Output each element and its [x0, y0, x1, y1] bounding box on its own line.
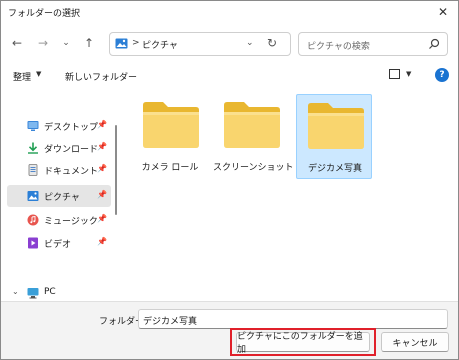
folder-icon: [143, 102, 199, 148]
pin-icon: 📌: [97, 142, 107, 151]
pin-icon: 📌: [97, 164, 107, 173]
window-title: フォルダーの選択: [8, 9, 81, 19]
arrow-right-icon: →: [37, 36, 49, 50]
chevron-down-icon: ⌄: [62, 38, 70, 48]
search-input[interactable]: ピクチャの検索: [298, 32, 448, 56]
address-history-chevron-icon[interactable]: ⌄: [246, 38, 254, 48]
pin-icon: 📌: [97, 214, 107, 223]
sidebar-item-music[interactable]: ミュージック 📌: [7, 209, 111, 231]
sidebar-item-documents[interactable]: ドキュメント 📌: [7, 159, 111, 181]
pin-icon: 📌: [97, 190, 107, 199]
download-icon: [28, 142, 38, 154]
sidebar-item-label: ミュージック: [44, 217, 98, 227]
folder-picker-dialog: フォルダーの選択 ✕ ← → ⌄ ↑ > ピクチャ ⌄ ↻ ピクチャの検索 整理…: [0, 0, 459, 360]
caret-down-icon: ▼: [36, 70, 42, 78]
arrow-left-icon: ←: [11, 36, 23, 50]
folder-label: デジカメ写真: [307, 164, 362, 174]
pin-icon: 📌: [97, 120, 107, 129]
arrow-up-icon: ↑: [83, 36, 95, 50]
sidebar-item-label: ビデオ: [44, 240, 72, 250]
sidebar-item-label: ドキュメント: [44, 167, 99, 177]
sidebar-item-downloads[interactable]: ダウンロード 📌: [7, 137, 111, 159]
folder-name-input[interactable]: デジカメ写真: [138, 309, 448, 329]
search-icon: [429, 38, 440, 49]
sidebar-item-label: デスクトップ: [44, 123, 99, 133]
music-icon: [27, 214, 39, 226]
chevron-down-icon[interactable]: ⌄: [12, 287, 19, 296]
dialog-footer: フォルダー: デジカメ写真 ピクチャにこのフォルダーを追加 キャンセル: [1, 301, 458, 359]
add-folder-button[interactable]: ピクチャにこのフォルダーを追加: [236, 332, 370, 355]
folder-icon: [308, 103, 364, 149]
folder-view: カメラ ロール スクリーンショット デジカメ写真: [123, 89, 458, 301]
refresh-icon[interactable]: ↻: [267, 36, 277, 50]
title-bar: フォルダーの選択 ✕: [1, 1, 458, 23]
desktop-icon: [27, 121, 39, 131]
documents-icon: [28, 164, 38, 176]
sidebar-item-videos[interactable]: ビデオ 📌: [7, 232, 111, 254]
folder-item-selected[interactable]: デジカメ写真: [296, 94, 372, 179]
pictures-icon: [27, 191, 39, 201]
new-folder-button[interactable]: 新しいフォルダー: [65, 70, 137, 83]
video-icon: [28, 237, 38, 249]
pictures-icon: [115, 38, 128, 49]
forward-button[interactable]: →: [35, 35, 51, 51]
sidebar-item-label: ダウンロード: [44, 145, 99, 155]
sidebar-scrollbar[interactable]: [115, 125, 117, 215]
organize-menu-button[interactable]: 整理: [13, 70, 31, 83]
recent-locations-button[interactable]: ⌄: [58, 35, 74, 51]
navigation-pane: デスクトップ 📌 ダウンロード 📌 ドキュメント 📌 ピクチャ 📌 ミュージック…: [5, 89, 117, 301]
address-bar[interactable]: > ピクチャ ⌄ ↻: [109, 32, 291, 56]
up-button[interactable]: ↑: [81, 35, 97, 51]
breadcrumb-pictures[interactable]: ピクチャ: [142, 38, 178, 51]
view-options-caret-icon[interactable]: ▼: [406, 70, 411, 78]
navigation-bar: ← → ⌄ ↑ > ピクチャ ⌄ ↻ ピクチャの検索: [1, 23, 458, 63]
sidebar-item-label: PC: [44, 287, 56, 297]
close-icon: ✕: [437, 5, 449, 19]
folder-name-value: デジカメ写真: [143, 317, 198, 327]
help-glyph: ?: [439, 70, 445, 80]
folder-label: カメラ ロール: [141, 163, 199, 173]
view-icon[interactable]: [389, 69, 400, 79]
help-icon[interactable]: ?: [435, 68, 449, 82]
sidebar-item-pictures[interactable]: ピクチャ 📌: [7, 185, 111, 207]
close-button[interactable]: ✕: [432, 3, 454, 21]
folder-label: スクリーンショット: [213, 163, 294, 173]
cancel-button[interactable]: キャンセル: [381, 332, 449, 352]
folder-item[interactable]: カメラ ロール: [132, 94, 208, 179]
folder-icon: [224, 102, 280, 148]
back-button[interactable]: ←: [9, 35, 25, 51]
pc-icon: [27, 288, 39, 299]
search-placeholder: ピクチャの検索: [307, 42, 370, 52]
pin-icon: 📌: [97, 237, 107, 246]
breadcrumb-separator: >: [132, 38, 140, 48]
command-bar: 整理 ▼ 新しいフォルダー ▼ ?: [1, 63, 458, 89]
folder-item[interactable]: スクリーンショット: [213, 94, 294, 179]
sidebar-item-desktop[interactable]: デスクトップ 📌: [7, 115, 111, 137]
sidebar-item-label: ピクチャ: [44, 193, 80, 203]
